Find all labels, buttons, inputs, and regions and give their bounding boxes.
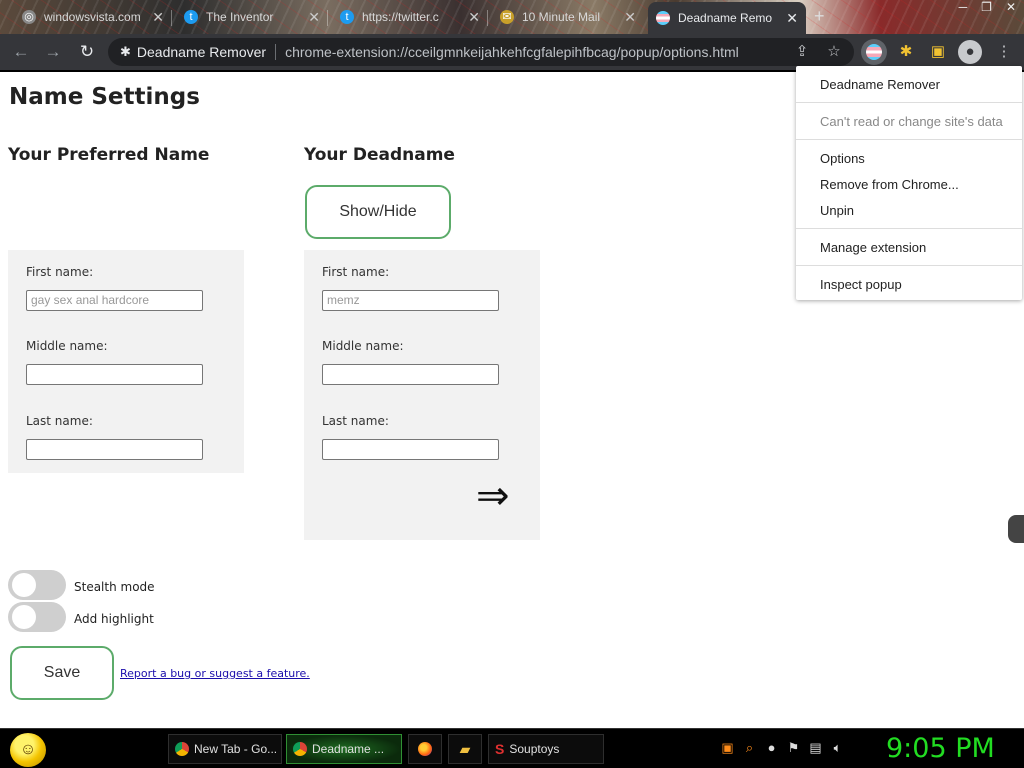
- tab-10-minute-mail[interactable]: ✉ 10 Minute Mail ✕: [492, 2, 644, 32]
- menu-item-permission: Can't read or change site's data: [820, 114, 1003, 129]
- flag-icon[interactable]: ⚑: [786, 740, 801, 756]
- taskbar-item-folder[interactable]: ▰: [448, 734, 482, 764]
- tab-twitter[interactable]: t https://twitter.c ✕: [332, 2, 488, 32]
- close-tab-icon[interactable]: ✕: [786, 10, 798, 27]
- taskbar: ☺ New Tab - Go... Deadname ... ▰ S Soupt…: [0, 728, 1024, 768]
- first-name-label: First name:: [26, 265, 94, 279]
- mail-icon: ✉: [500, 10, 514, 24]
- mouse-cursor-icon: [1008, 515, 1024, 543]
- deadname-heading: Your Deadname: [304, 145, 455, 165]
- extension-context-menu: Deadname Remover Can't read or change si…: [796, 66, 1022, 300]
- tray-app-icon[interactable]: ▣: [720, 740, 735, 756]
- stealth-mode-toggle[interactable]: [8, 570, 66, 600]
- menu-item-manage-extension[interactable]: Manage extension: [820, 240, 926, 255]
- last-name-label: Last name:: [26, 414, 93, 428]
- taskbar-item-firefox[interactable]: [408, 734, 442, 764]
- maximize-icon[interactable]: ❐: [981, 0, 992, 14]
- arrow-right-icon[interactable]: →: [42, 41, 64, 63]
- arrow-left-icon[interactable]: ←: [10, 41, 32, 63]
- preferred-name-panel: First name: gay sex anal hardcore Middle…: [8, 250, 244, 473]
- tab-windowsvista[interactable]: ◎ windowsvista.com ✕: [14, 2, 172, 32]
- chat-icon[interactable]: ●: [764, 740, 779, 756]
- tab-strip: ◎ windowsvista.com ✕ t The Inventor ✕ t …: [0, 0, 1024, 34]
- menu-item-options[interactable]: Options: [820, 151, 865, 166]
- new-tab-icon[interactable]: +: [814, 6, 825, 27]
- close-tab-icon[interactable]: ✕: [152, 9, 164, 26]
- double-arrow-right-icon[interactable]: ⇒: [476, 476, 510, 516]
- close-window-icon[interactable]: ✕: [1006, 0, 1016, 14]
- stealth-mode-label: Stealth mode: [74, 580, 155, 594]
- window-controls: ─ ❐ ✕: [959, 0, 1016, 14]
- preferred-name-heading: Your Preferred Name: [8, 145, 210, 165]
- menu-item-extension-title[interactable]: Deadname Remover: [820, 77, 940, 92]
- volume-icon[interactable]: 🔈︎: [830, 740, 845, 756]
- menu-item-unpin[interactable]: Unpin: [820, 203, 854, 218]
- first-name-label: First name:: [322, 265, 390, 279]
- address-bar[interactable]: ✱ Deadname Remover chrome-extension://cc…: [108, 38, 854, 66]
- report-bug-link[interactable]: Report a bug or suggest a feature.: [120, 667, 310, 680]
- browser-toolbar: ← → ↻ ✱ Deadname Remover chrome-extensio…: [0, 34, 1024, 70]
- menu-item-remove[interactable]: Remove from Chrome...: [820, 177, 959, 192]
- puzzle-icon[interactable]: ✱: [896, 42, 916, 62]
- clock[interactable]: 9:05 PM: [886, 733, 995, 764]
- chrome-icon: [175, 742, 189, 756]
- share-icon[interactable]: ⇪: [792, 42, 812, 62]
- show-hide-button[interactable]: Show/Hide: [305, 185, 451, 239]
- add-highlight-label: Add highlight: [74, 612, 154, 626]
- add-highlight-toggle[interactable]: [8, 602, 66, 632]
- reload-icon[interactable]: ↻: [76, 41, 98, 63]
- profile-icon[interactable]: ●: [958, 40, 982, 64]
- system-tray: ▣ ⌕ ● ⚑ ▤ 🔈︎: [720, 740, 845, 756]
- star-icon[interactable]: ☆: [824, 42, 844, 62]
- twitter-icon: t: [340, 10, 354, 24]
- save-button[interactable]: Save: [10, 646, 114, 700]
- souptoys-icon: S: [495, 741, 505, 757]
- taskbar-item-new-tab[interactable]: New Tab - Go...: [168, 734, 282, 764]
- puzzle-icon: ✱: [120, 44, 131, 59]
- preferred-first-name-input[interactable]: gay sex anal hardcore: [26, 290, 203, 311]
- middle-name-label: Middle name:: [26, 339, 108, 353]
- globe-icon: ◎: [22, 10, 36, 24]
- trans-flag-icon[interactable]: [861, 39, 887, 65]
- deadname-first-name-input[interactable]: memz: [322, 290, 499, 311]
- folder-icon: ▰: [459, 740, 471, 757]
- close-tab-icon[interactable]: ✕: [624, 9, 636, 26]
- site-name: Deadname Remover: [136, 44, 267, 60]
- url-text: chrome-extension://cceilgmnkeijahkehfcgf…: [285, 44, 739, 60]
- close-tab-icon[interactable]: ✕: [468, 9, 480, 26]
- preferred-last-name-input[interactable]: [26, 439, 203, 460]
- last-name-label: Last name:: [322, 414, 389, 428]
- preferred-middle-name-input[interactable]: [26, 364, 203, 385]
- kebab-menu-icon[interactable]: ⋮: [994, 42, 1014, 62]
- trans-flag-icon: [656, 11, 670, 25]
- deadname-last-name-input[interactable]: [322, 439, 499, 460]
- deadname-middle-name-input[interactable]: [322, 364, 499, 385]
- close-tab-icon[interactable]: ✕: [308, 9, 320, 26]
- search-icon[interactable]: ⌕: [742, 740, 757, 756]
- middle-name-label: Middle name:: [322, 339, 404, 353]
- taskbar-item-souptoys[interactable]: S Souptoys: [488, 734, 604, 764]
- chrome-icon: [293, 742, 307, 756]
- page-title: Name Settings: [9, 84, 200, 110]
- tab-the-inventor[interactable]: t The Inventor ✕: [176, 2, 328, 32]
- taskbar-item-deadname[interactable]: Deadname ...: [286, 734, 402, 764]
- deadname-panel: First name: memz Middle name: Last name:…: [304, 250, 540, 540]
- smiley-icon: ☺: [19, 741, 37, 758]
- tab-deadname-remover[interactable]: Deadname Remo ✕: [648, 2, 806, 34]
- firefox-icon: [418, 742, 432, 756]
- network-icon[interactable]: ▤: [808, 740, 823, 756]
- start-button[interactable]: ☺: [10, 733, 46, 767]
- side-panel-icon[interactable]: ▣: [928, 42, 948, 62]
- minimize-icon[interactable]: ─: [959, 0, 968, 14]
- twitter-icon: t: [184, 10, 198, 24]
- menu-item-inspect-popup[interactable]: Inspect popup: [820, 277, 902, 292]
